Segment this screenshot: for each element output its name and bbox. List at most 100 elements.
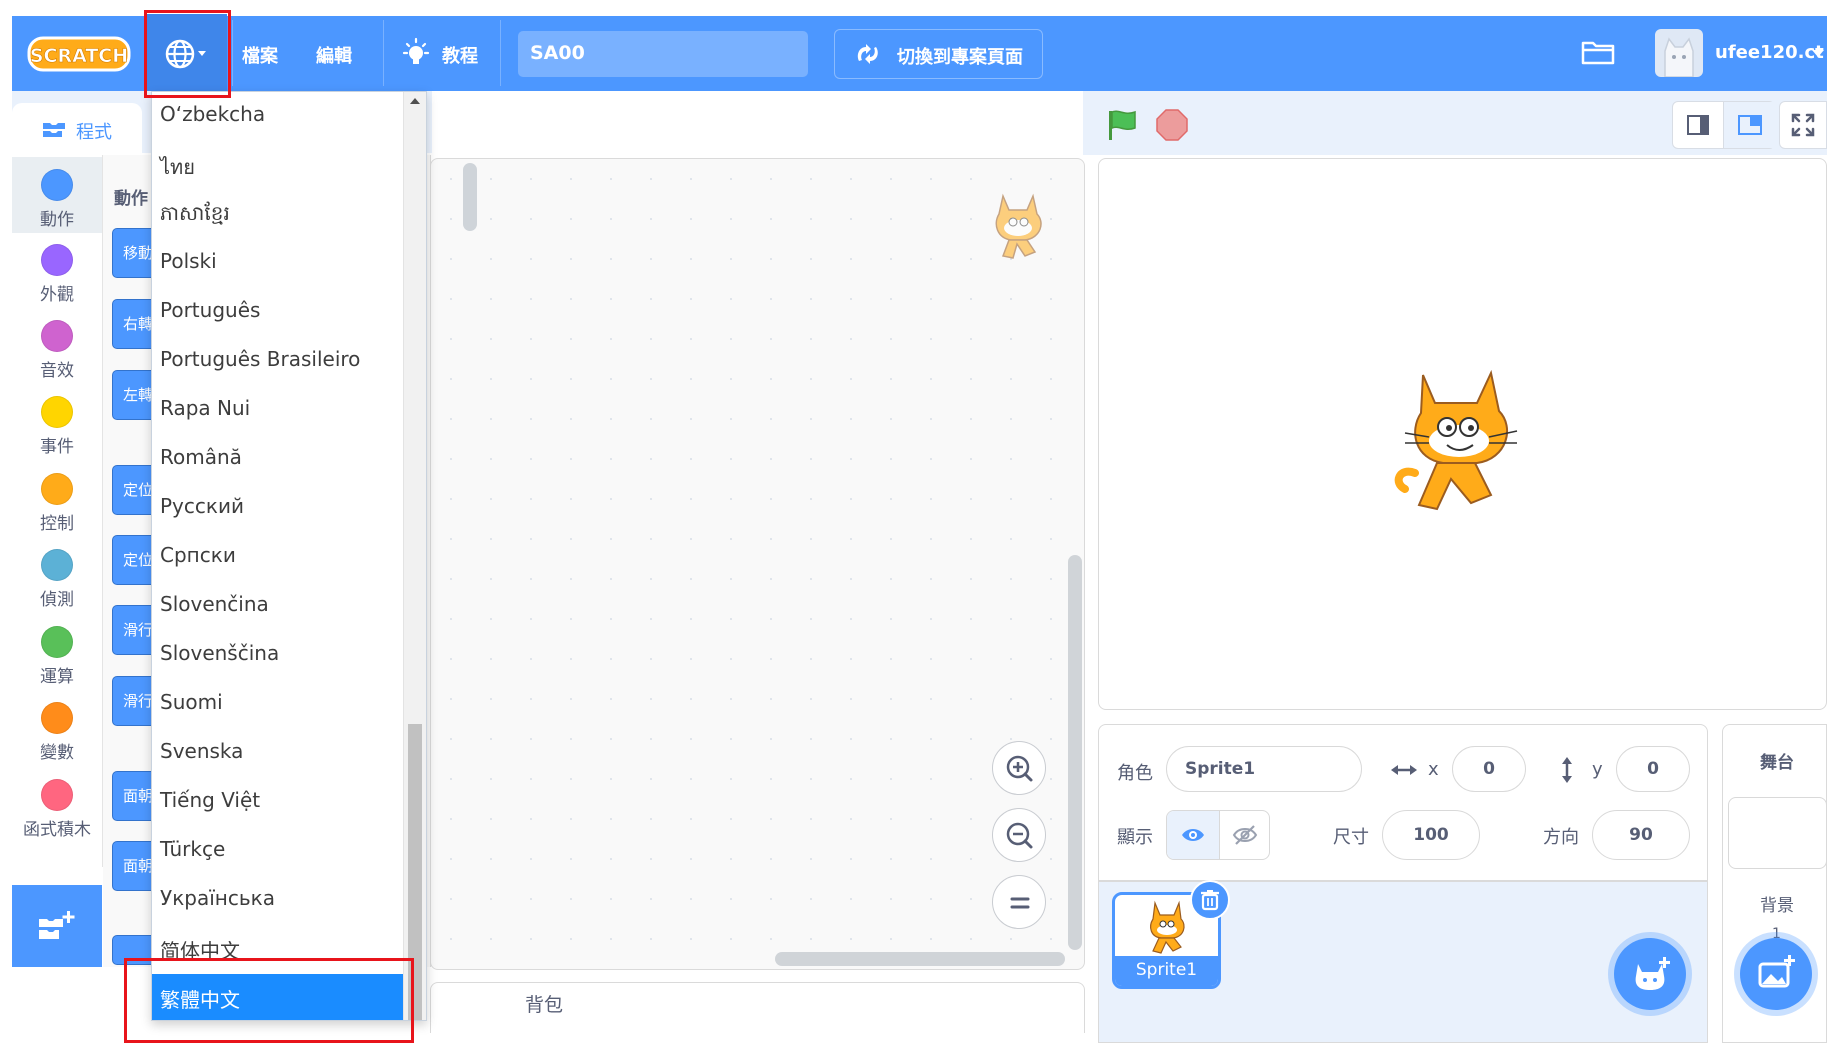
my-stuff-button[interactable]: [1580, 36, 1616, 68]
visibility-toggle: [1166, 810, 1270, 860]
add-sprite-button[interactable]: [1614, 938, 1686, 1010]
zoom-reset-icon: [1010, 897, 1030, 909]
remix-arrows-icon: [857, 44, 878, 64]
annotation-box-selected-language: [124, 958, 414, 1043]
category-menu: 動作 外觀 音效 事件 控制 偵測 運算 變數 函式積木: [12, 155, 103, 867]
category-dot-variables: [41, 702, 73, 734]
language-menu: O‘zbekcha ไทย ភាសាខ្មែរ Polski Português…: [151, 91, 427, 1021]
add-extension-button[interactable]: [12, 885, 102, 967]
sprite-name-input[interactable]: Sprite1: [1166, 746, 1362, 792]
scratch-logo[interactable]: SCRATCH: [27, 35, 131, 73]
language-option[interactable]: O‘zbekcha: [152, 92, 405, 141]
fullscreen-button[interactable]: [1779, 101, 1827, 149]
small-stage-icon: [1687, 115, 1709, 135]
language-option[interactable]: Tiếng Việt: [152, 778, 405, 827]
edit-menu[interactable]: 編輯: [316, 42, 352, 68]
menu-separator: [232, 20, 233, 86]
stage-size-toggle: [1672, 101, 1775, 149]
file-menu[interactable]: 檔案: [242, 42, 278, 68]
language-option[interactable]: Rapa Nui: [152, 386, 405, 435]
category-dot-control: [41, 473, 73, 505]
category-control[interactable]: 控制: [12, 473, 102, 534]
category-events[interactable]: 事件: [12, 396, 102, 457]
stop-icon[interactable]: [1155, 108, 1189, 142]
scroll-up-icon[interactable]: [409, 97, 421, 105]
menu-separator: [500, 20, 501, 86]
normal-stage-button[interactable]: [1724, 102, 1775, 148]
eye-icon: [1182, 829, 1204, 841]
code-blocks-icon: [43, 123, 65, 137]
scrollbar-thumb[interactable]: [463, 163, 477, 231]
extension-icon: [39, 911, 75, 939]
sprite-cat-icon[interactable]: [1385, 355, 1540, 515]
tab-code-label: 程式: [76, 122, 112, 143]
category-dot-events: [41, 396, 73, 428]
show-sprite-button[interactable]: [1167, 811, 1220, 859]
category-dot-sound: [41, 320, 73, 352]
see-project-page-label: 切換到專案頁面: [897, 47, 1023, 68]
category-sensing[interactable]: 偵測: [12, 549, 102, 610]
category-my-blocks[interactable]: 函式積木: [12, 779, 102, 840]
category-looks[interactable]: 外觀: [12, 244, 102, 305]
project-title-input[interactable]: SA00: [518, 31, 808, 77]
script-horizontal-scrollbar[interactable]: [775, 952, 1065, 966]
username[interactable]: ufee120.ct: [1715, 42, 1824, 63]
trash-icon: [1201, 890, 1219, 911]
small-stage-button[interactable]: [1673, 102, 1724, 148]
category-dot-my-blocks: [41, 779, 73, 811]
zoom-in-button[interactable]: [992, 741, 1046, 795]
script-area[interactable]: [430, 158, 1085, 970]
add-sprite-cat-icon: [1635, 957, 1670, 990]
language-option[interactable]: Türkçe: [152, 827, 405, 876]
script-vertical-scrollbar[interactable]: [1068, 555, 1082, 950]
folder-icon: [1581, 41, 1615, 65]
direction-input[interactable]: 90: [1592, 810, 1690, 860]
tab-code[interactable]: 程式: [12, 103, 142, 155]
language-option[interactable]: Suomi: [152, 680, 405, 729]
stage-pane-title: 舞台: [1760, 753, 1794, 773]
delete-sprite-button[interactable]: [1190, 880, 1230, 920]
language-option[interactable]: Português: [152, 288, 405, 337]
language-option[interactable]: ភាសាខ្មែរ: [152, 190, 405, 239]
zoom-reset-button[interactable]: [992, 875, 1046, 929]
language-option[interactable]: Slovenščina: [152, 631, 405, 680]
language-menu-scrollbar[interactable]: [403, 92, 426, 1020]
size-input[interactable]: 100: [1382, 810, 1480, 860]
svg-text:SCRATCH: SCRATCH: [30, 45, 128, 67]
language-option[interactable]: Svenska: [152, 729, 405, 778]
stage-thumbnail[interactable]: [1728, 797, 1827, 869]
language-option[interactable]: Српски: [152, 533, 405, 582]
category-motion[interactable]: 動作: [12, 157, 102, 233]
language-option[interactable]: Українська: [152, 876, 405, 925]
category-operators[interactable]: 運算: [12, 626, 102, 687]
language-option[interactable]: Русский: [152, 484, 405, 533]
category-label: 外觀: [40, 285, 74, 305]
show-label: 顯示: [1117, 827, 1153, 848]
language-option[interactable]: Slovenčina: [152, 582, 405, 631]
see-project-page-button[interactable]: 切換到專案頁面: [834, 29, 1043, 79]
direction-label: 方向: [1543, 827, 1579, 848]
green-flag-icon[interactable]: [1105, 108, 1139, 142]
user-avatar[interactable]: [1655, 29, 1703, 77]
add-backdrop-button[interactable]: [1740, 938, 1812, 1010]
y-input[interactable]: 0: [1616, 746, 1690, 792]
language-option[interactable]: Română: [152, 435, 405, 484]
hide-sprite-button[interactable]: [1219, 811, 1269, 859]
language-option[interactable]: Polski: [152, 239, 405, 288]
annotation-box-language-button: [144, 10, 231, 98]
y-label: y: [1592, 759, 1603, 780]
menu-separator: [383, 20, 384, 86]
zoom-out-button[interactable]: [992, 808, 1046, 862]
language-option[interactable]: Português Brasileiro: [152, 337, 405, 386]
category-variables[interactable]: 變數: [12, 702, 102, 763]
tutorials-button[interactable]: 教程: [400, 37, 500, 71]
size-label: 尺寸: [1333, 827, 1369, 848]
current-sprite-cat-icon: [995, 193, 1042, 259]
chevron-down-icon[interactable]: [1811, 49, 1825, 59]
language-option[interactable]: ไทย: [152, 141, 405, 190]
sprite-tile-name: Sprite1: [1115, 956, 1218, 986]
cat-avatar-icon: [1664, 37, 1694, 77]
category-sound[interactable]: 音效: [12, 320, 102, 381]
x-input[interactable]: 0: [1452, 746, 1526, 792]
category-label: 事件: [40, 437, 74, 457]
